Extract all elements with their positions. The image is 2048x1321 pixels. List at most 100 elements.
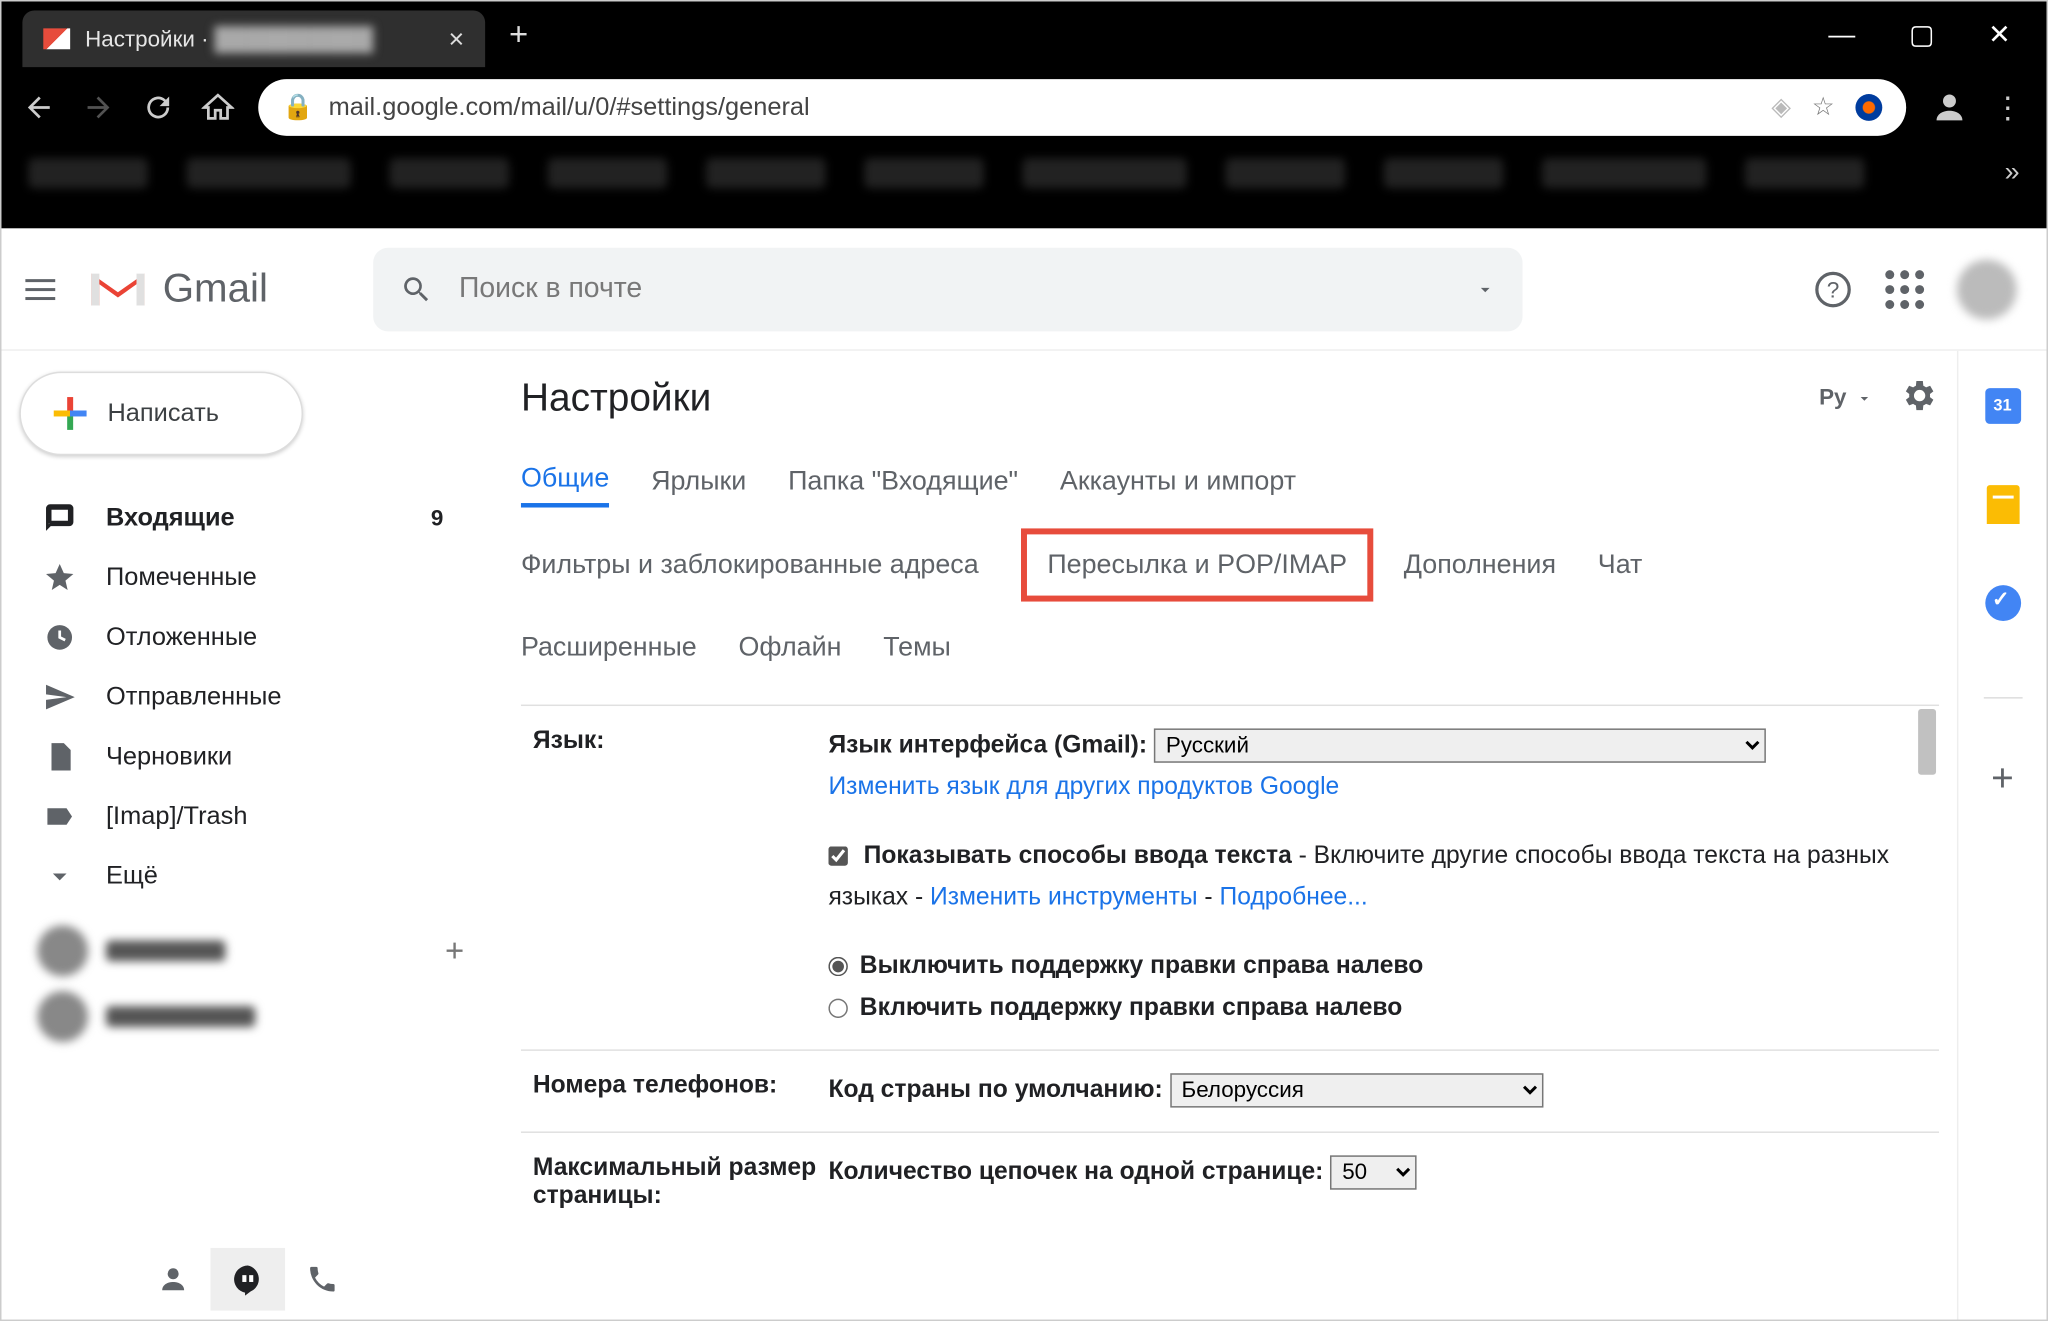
lock-icon: 🔒 <box>282 93 314 123</box>
sidebar-item-sent[interactable]: Отправленные <box>19 667 494 727</box>
tab-title: Настройки · <box>85 26 208 51</box>
tab-accounts[interactable]: Аккаунты и импорт <box>1060 456 1296 505</box>
bookmark-item[interactable] <box>1022 157 1186 187</box>
gmail-logo[interactable]: Gmail <box>85 265 268 313</box>
bookmark-item[interactable] <box>864 157 983 187</box>
bookmark-item[interactable] <box>706 157 825 187</box>
sidebar-item-label: Черновики <box>106 742 232 772</box>
address-bar[interactable]: 🔒 mail.google.com/mail/u/0/#settings/gen… <box>258 79 1906 136</box>
scrollbar-thumb[interactable] <box>1918 709 1936 775</box>
hangouts-section: + <box>19 918 494 1049</box>
tab-forwarding[interactable]: Пересылка и POP/IMAP <box>1020 528 1373 601</box>
minimize-icon[interactable]: — <box>1828 19 1855 50</box>
bookmarks-overflow-icon[interactable]: » <box>2005 157 2020 188</box>
reload-icon[interactable] <box>142 91 175 124</box>
apps-icon[interactable] <box>1885 269 1924 308</box>
tab-filters[interactable]: Фильтры и заблокированные адреса <box>521 540 979 589</box>
bookmark-item[interactable] <box>1226 157 1345 187</box>
star-icon[interactable]: ☆ <box>1812 93 1835 123</box>
rtl-on-radio[interactable] <box>828 998 847 1017</box>
bookmark-item[interactable] <box>28 157 147 187</box>
footer-hangouts-button[interactable] <box>210 1248 285 1311</box>
help-icon[interactable]: ? <box>1814 269 1853 308</box>
settings-panel: Настройки Ру Общие Ярлыки Папка "Входящи… <box>494 351 1957 1320</box>
bookmark-item[interactable] <box>187 157 351 187</box>
inbox-count: 9 <box>431 505 443 530</box>
browser-chrome: Настройки · ██████████ × + — ▢ ✕ 🔒 mail.… <box>1 1 2046 228</box>
maximize-icon[interactable]: ▢ <box>1909 19 1934 50</box>
extension-icon[interactable]: ◈ <box>1771 93 1791 123</box>
hangouts-contact[interactable] <box>19 984 494 1050</box>
gmail-header: Gmail Поиск в почте ? <box>1 228 2046 350</box>
url-text: mail.google.com/mail/u/0/#settings/gener… <box>329 93 810 123</box>
sidebar-item-imap-trash[interactable]: [Imap]/Trash <box>19 787 494 847</box>
footer-phone-button[interactable] <box>285 1248 360 1311</box>
sidebar-item-starred[interactable]: Помеченные <box>19 548 494 608</box>
change-language-link[interactable]: Изменить язык для других продуктов Googl… <box>828 773 1339 800</box>
new-chat-icon[interactable]: + <box>445 931 464 970</box>
account-avatar[interactable] <box>1957 259 2017 319</box>
chevron-down-icon[interactable] <box>1855 389 1873 407</box>
bookmark-item[interactable] <box>1745 157 1864 187</box>
tab-inbox[interactable]: Папка "Входящие" <box>788 456 1018 505</box>
rtl-off-label: Выключить поддержку правки справа налево <box>860 945 1423 987</box>
sidebar-item-drafts[interactable]: Черновики <box>19 727 494 787</box>
browser-tab[interactable]: Настройки · ██████████ × <box>22 10 485 67</box>
close-tab-icon[interactable]: × <box>449 23 465 54</box>
tasks-icon[interactable] <box>1983 584 2022 623</box>
add-addon-icon[interactable]: + <box>1983 758 2022 797</box>
sidebar: Написать Входящие 9 Помеченные Отложенны… <box>1 351 494 1320</box>
sidebar-item-snoozed[interactable]: Отложенные <box>19 608 494 668</box>
tab-labels[interactable]: Ярлыки <box>651 456 746 505</box>
sidebar-item-inbox[interactable]: Входящие 9 <box>19 488 494 548</box>
main-menu-icon[interactable] <box>25 278 55 299</box>
gmail-favicon <box>43 28 70 49</box>
clock-icon <box>43 621 76 654</box>
tab-themes[interactable]: Темы <box>883 622 951 671</box>
search-placeholder: Поиск в почте <box>459 272 642 305</box>
learn-more-link[interactable]: Подробнее... <box>1219 884 1367 911</box>
hangouts-contact[interactable]: + <box>19 918 494 984</box>
sidebar-item-more[interactable]: Ещё <box>19 846 494 906</box>
search-options-icon[interactable] <box>1474 278 1495 299</box>
star-icon <box>43 561 76 594</box>
menu-icon[interactable]: ⋮ <box>1993 89 2026 126</box>
country-select[interactable]: Белоруссия <box>1170 1074 1543 1108</box>
tab-chat[interactable]: Чат <box>1598 540 1643 589</box>
sent-icon <box>43 681 76 714</box>
footer-contacts-button[interactable] <box>136 1248 211 1311</box>
plus-icon <box>54 397 87 430</box>
bookmark-item[interactable] <box>1384 157 1503 187</box>
window-controls: — ▢ ✕ <box>1828 19 2046 50</box>
search-box[interactable]: Поиск в почте <box>372 247 1521 331</box>
browser-window: Настройки · ██████████ × + — ▢ ✕ 🔒 mail.… <box>0 0 2048 1321</box>
tab-advanced[interactable]: Расширенные <box>521 622 697 671</box>
extension-swirl-icon[interactable] <box>1855 94 1882 121</box>
bookmark-item[interactable] <box>548 157 667 187</box>
home-icon[interactable] <box>202 91 235 124</box>
change-tools-link[interactable]: Изменить инструменты <box>930 884 1198 911</box>
profile-icon[interactable] <box>1930 88 1969 127</box>
close-icon[interactable]: ✕ <box>1988 19 2011 50</box>
compose-button[interactable]: Написать <box>19 372 303 456</box>
calendar-icon[interactable]: 31 <box>1983 387 2022 426</box>
setting-page-size-label: Максимальный размер страницы: <box>533 1151 829 1211</box>
tab-addons[interactable]: Дополнения <box>1404 540 1556 589</box>
page-size-select[interactable]: 50 <box>1330 1156 1417 1190</box>
bookmark-item[interactable] <box>390 157 509 187</box>
language-select[interactable]: Русский <box>1154 728 1766 762</box>
input-tool-indicator[interactable]: Ру <box>1819 385 1846 410</box>
tab-general[interactable]: Общие <box>521 454 609 508</box>
bookmarks-bar: » <box>1 148 2046 203</box>
bookmark-item[interactable] <box>1542 157 1706 187</box>
settings-title: Настройки <box>521 375 711 421</box>
sidebar-item-label: Отложенные <box>106 622 257 652</box>
tab-offline[interactable]: Офлайн <box>739 622 842 671</box>
forward-icon[interactable] <box>82 91 115 124</box>
keep-icon[interactable] <box>1983 485 2022 524</box>
show-input-tools-checkbox[interactable] <box>828 847 847 866</box>
gear-icon[interactable] <box>1900 375 1939 420</box>
new-tab-button[interactable]: + <box>509 15 528 54</box>
back-icon[interactable] <box>22 91 55 124</box>
rtl-off-radio[interactable] <box>828 956 847 975</box>
